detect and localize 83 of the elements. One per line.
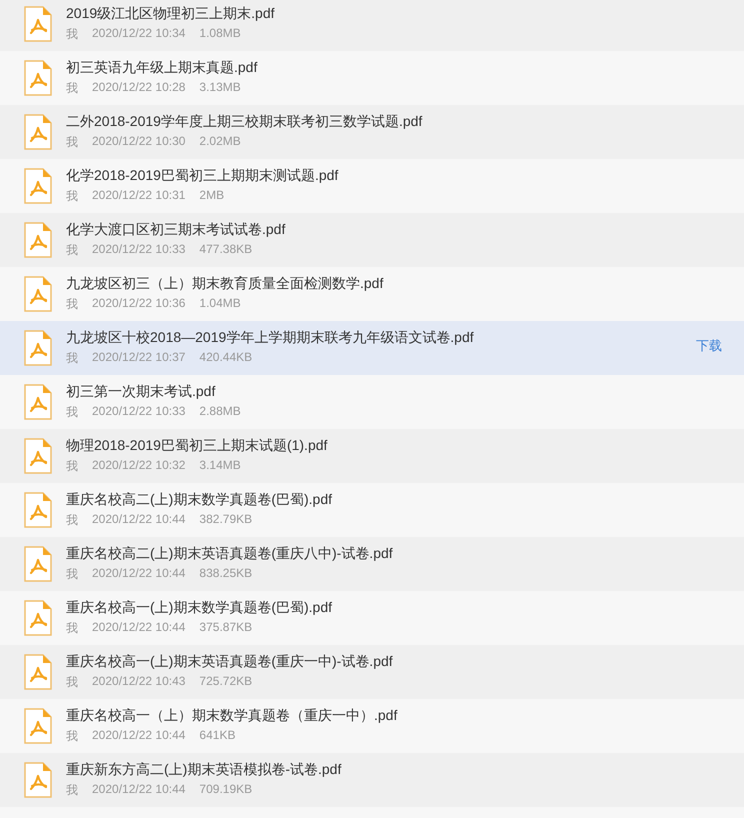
pdf-file-icon	[24, 276, 52, 312]
pdf-file-icon	[24, 60, 52, 96]
file-size: 1.04MB	[199, 296, 241, 312]
file-name: 化学2018-2019巴蜀初三上期期末测试题.pdf	[66, 167, 340, 185]
file-name: 重庆名校高一(上)期末英语真题卷(重庆一中)-试卷.pdf	[66, 653, 394, 671]
file-date: 2020/12/22 10:44	[92, 620, 186, 636]
file-size: 641KB	[199, 728, 236, 744]
pdf-file-icon	[24, 546, 52, 582]
file-name: 初三第一次期末考试.pdf	[66, 383, 216, 401]
file-row[interactable]: 化学大渡口区初三期末考试试卷.pdf 我 2020/12/22 10:33 477.38KB	[0, 213, 744, 267]
file-row[interactable]: 重庆新东方高二(上)期末英语模拟卷-试卷.pdf 我 2020/12/22 10:44 709.19KB	[0, 753, 744, 807]
file-owner: 我	[66, 26, 78, 43]
pdf-file-icon	[24, 6, 52, 42]
pdf-file-icon	[24, 438, 52, 474]
file-date: 2020/12/22 10:44	[92, 512, 186, 528]
file-date: 2020/12/22 10:31	[92, 188, 186, 204]
file-name: 九龙坡区十校2018—2019学年上学期期末联考九年级语文试卷.pdf	[66, 329, 475, 347]
file-owner: 我	[66, 566, 78, 583]
file-size: 3.13MB	[199, 80, 241, 96]
file-name: 初三英语九年级上期末真题.pdf	[66, 59, 258, 77]
file-owner: 我	[66, 404, 78, 421]
file-size: 2.02MB	[199, 134, 241, 150]
file-date: 2020/12/22 10:44	[92, 566, 186, 582]
file-row[interactable]: 二外2018-2019学年度上期三校期末联考初三数学试题.pdf 我 2020/12/22 10:30 2.02MB	[0, 105, 744, 159]
file-name: 重庆名校高二(上)期末数学真题卷(巴蜀).pdf	[66, 491, 333, 509]
file-name: 二外2018-2019学年度上期三校期末联考初三数学试题.pdf	[66, 113, 424, 131]
file-size: 2MB	[199, 188, 224, 204]
file-row[interactable]: 重庆名校高二(上)期末英语真题卷(重庆八中)-试卷.pdf 我 2020/12/22 10:44 838.25KB	[0, 537, 744, 591]
file-date: 2020/12/22 10:44	[92, 782, 186, 798]
file-date: 2020/12/22 10:37	[92, 350, 186, 366]
pdf-file-icon	[24, 222, 52, 258]
file-name: 化学大渡口区初三期末考试试卷.pdf	[66, 221, 286, 239]
pdf-file-icon	[24, 330, 52, 366]
file-name: 2019级江北区物理初三上期末.pdf	[66, 5, 276, 23]
file-row[interactable]: 2019级江北区物理初三上期末.pdf 我 2020/12/22 10:34 1.08MB	[0, 0, 744, 51]
pdf-file-icon	[24, 654, 52, 690]
file-owner: 我	[66, 728, 78, 745]
file-owner: 我	[66, 350, 78, 367]
file-row[interactable]: 物理2018-2019巴蜀初三上期末试题(1).pdf 我 2020/12/22 10:32 3.14MB	[0, 429, 744, 483]
file-date: 2020/12/22 10:43	[92, 674, 186, 690]
file-date: 2020/12/22 10:33	[92, 242, 186, 258]
file-name: 九龙坡区初三（上）期末教育质量全面检测数学.pdf	[66, 275, 384, 293]
pdf-file-icon	[24, 384, 52, 420]
file-name: 重庆名校高一（上）期末数学真题卷（重庆一中）.pdf	[66, 707, 398, 725]
file-owner: 我	[66, 782, 78, 799]
file-row[interactable]: 重庆名校高一(上)期末英语真题卷(重庆一中)-试卷.pdf 我 2020/12/22 10:43 725.72KB	[0, 645, 744, 699]
file-owner: 我	[66, 242, 78, 259]
pdf-file-icon	[24, 762, 52, 798]
pdf-file-icon	[24, 492, 52, 528]
file-size: 477.38KB	[199, 242, 252, 258]
pdf-file-icon	[24, 600, 52, 636]
file-owner: 我	[66, 620, 78, 637]
file-date: 2020/12/22 10:34	[92, 26, 186, 42]
file-date: 2020/12/22 10:28	[92, 80, 186, 96]
pdf-file-icon	[24, 168, 52, 204]
file-owner: 我	[66, 296, 78, 313]
file-row[interactable]: 九龙坡区十校2018—2019学年上学期期末联考九年级语文试卷.pdf 我 2020/12/22 10:37 420.44KB 下载	[0, 321, 744, 375]
pdf-file-icon	[24, 114, 52, 150]
file-name: 重庆名校高一(上)期末数学真题卷(巴蜀).pdf	[66, 599, 333, 617]
file-owner: 我	[66, 512, 78, 529]
file-size: 420.44KB	[199, 350, 252, 366]
file-date: 2020/12/22 10:36	[92, 296, 186, 312]
file-name: 重庆新东方高二(上)期末英语模拟卷-试卷.pdf	[66, 761, 342, 779]
file-size: 1.08MB	[199, 26, 241, 42]
file-size: 2.88MB	[199, 404, 241, 420]
file-owner: 我	[66, 188, 78, 205]
file-size: 3.14MB	[199, 458, 241, 474]
file-name: 物理2018-2019巴蜀初三上期末试题(1).pdf	[66, 437, 328, 455]
file-size: 382.79KB	[199, 512, 252, 528]
file-owner: 我	[66, 134, 78, 151]
file-name: 重庆名校高二(上)期末英语真题卷(重庆八中)-试卷.pdf	[66, 545, 394, 563]
file-date: 2020/12/22 10:32	[92, 458, 186, 474]
file-date: 2020/12/22 10:33	[92, 404, 186, 420]
pdf-file-icon	[24, 708, 52, 744]
file-size: 725.72KB	[199, 674, 252, 690]
file-date: 2020/12/22 10:44	[92, 728, 186, 744]
file-size: 838.25KB	[199, 566, 252, 582]
file-owner: 我	[66, 458, 78, 475]
file-date: 2020/12/22 10:30	[92, 134, 186, 150]
file-owner: 我	[66, 674, 78, 691]
file-size: 375.87KB	[199, 620, 252, 636]
file-owner: 我	[66, 80, 78, 97]
file-size: 709.19KB	[199, 782, 252, 798]
